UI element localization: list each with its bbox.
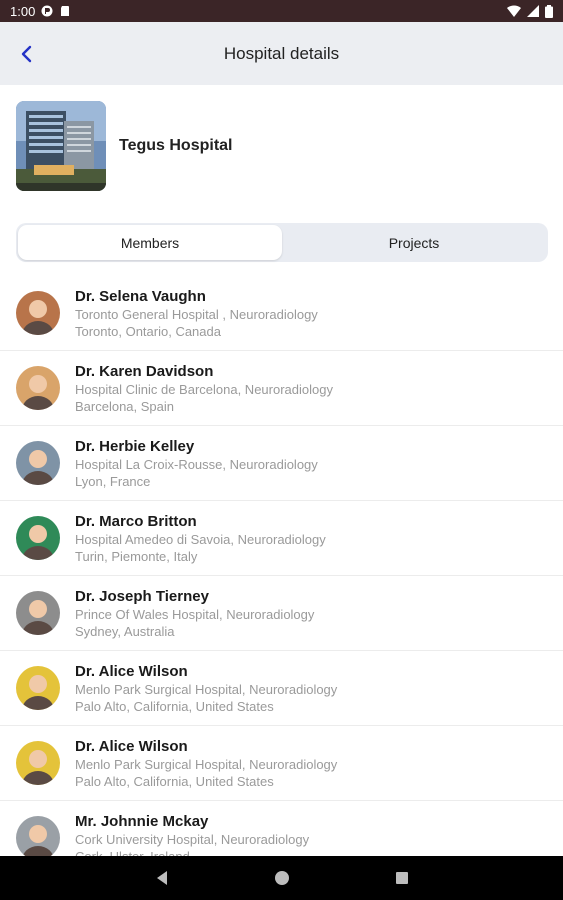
member-row[interactable]: Dr. Herbie Kelley Hospital La Croix-Rouss… [0, 426, 563, 501]
member-row[interactable]: Dr. Karen Davidson Hospital Clinic de Bar… [0, 351, 563, 426]
app-bar: Hospital details [0, 22, 563, 85]
member-info: Dr. Karen Davidson Hospital Clinic de Bar… [75, 362, 333, 415]
triangle-back-icon [156, 871, 167, 885]
member-name: Dr. Selena Vaughn [75, 287, 206, 305]
avatar [16, 516, 60, 560]
circle-home-icon [274, 871, 289, 885]
member-info: Dr. Alice Wilson Menlo Park Surgical Hosp… [75, 662, 337, 715]
status-bar: 1:00 [0, 0, 563, 22]
member-name: Dr. Herbie Kelley [75, 437, 195, 455]
nav-home-button[interactable] [270, 866, 294, 890]
member-hospital: Menlo Park Surgical Hospital, Neuroradio… [75, 681, 338, 697]
member-info: Dr. Joseph Tierney Prince Of Wales Hospit… [75, 587, 314, 640]
member-location: Palo Alto, California, United States [75, 773, 274, 789]
member-hospital: Toronto General Hospital , Neuroradiolog… [75, 306, 318, 322]
member-row[interactable]: Dr. Alice Wilson Menlo Park Surgical Hosp… [0, 651, 563, 726]
member-row[interactable]: Dr. Marco Britton Hospital Amedeo di Savo… [0, 501, 563, 576]
member-info: Dr. Alice Wilson Menlo Park Surgical Hosp… [75, 737, 337, 790]
square-recents-icon [395, 872, 408, 884]
member-name: Dr. Alice Wilson [75, 737, 188, 755]
back-button[interactable] [14, 42, 38, 66]
notification-icon [41, 5, 53, 17]
member-location: Toronto, Ontario, Canada [75, 323, 221, 339]
member-info: Mr. Johnnie Mckay Cork University Hospita… [75, 812, 309, 857]
battery-icon [545, 4, 553, 18]
tab-projects[interactable]: Projects [282, 225, 546, 260]
sd-card-icon [61, 6, 70, 16]
member-location: Turin, Piemonte, Italy [75, 548, 198, 564]
avatar [16, 366, 60, 410]
member-info: Dr. Marco Britton Hospital Amedeo di Savo… [75, 512, 326, 565]
member-info: Dr. Selena Vaughn Toronto General Hospita… [75, 287, 318, 340]
member-location: Sydney, Australia [75, 623, 175, 639]
wifi-icon [507, 5, 521, 17]
avatar [16, 816, 60, 856]
member-hospital: Hospital Amedeo di Savoia, Neuroradiolog… [75, 531, 326, 547]
member-name: Dr. Karen Davidson [75, 362, 214, 380]
member-info: Dr. Herbie Kelley Hospital La Croix-Rouss… [75, 437, 318, 490]
member-hospital: Hospital La Croix-Rousse, Neuroradiology [75, 456, 318, 472]
avatar [16, 591, 60, 635]
member-location: Barcelona, Spain [75, 398, 175, 414]
member-hospital: Menlo Park Surgical Hospital, Neuroradio… [75, 756, 338, 772]
member-name: Mr. Johnnie Mckay [75, 812, 209, 830]
member-name: Dr. Joseph Tierney [75, 587, 209, 605]
member-row[interactable]: Dr. Selena Vaughn Toronto General Hospita… [0, 276, 563, 351]
avatar [16, 666, 60, 710]
members-list: Dr. Selena Vaughn Toronto General Hospita… [0, 276, 563, 856]
avatar [16, 741, 60, 785]
avatar [16, 291, 60, 335]
member-location: Palo Alto, California, United States [75, 698, 274, 714]
member-name: Dr. Alice Wilson [75, 662, 188, 680]
member-hospital: Cork University Hospital, Neuroradiology [75, 831, 310, 847]
tab-members[interactable]: Members [18, 225, 282, 260]
system-nav-bar [0, 856, 563, 900]
hospital-name: Tegus Hospital [119, 137, 233, 154]
signal-icon [527, 5, 539, 17]
member-row[interactable]: Dr. Alice Wilson Menlo Park Surgical Hosp… [0, 726, 563, 801]
member-row[interactable]: Mr. Johnnie Mckay Cork University Hospita… [0, 801, 563, 856]
nav-back-button[interactable] [150, 866, 174, 890]
chevron-left-icon [21, 45, 32, 63]
member-location: Lyon, France [75, 473, 151, 489]
member-location: Cork, Ulster, Ireland [75, 848, 190, 857]
member-hospital: Prince Of Wales Hospital, Neuroradiology [75, 606, 315, 622]
page-title: Hospital details [223, 43, 340, 63]
member-hospital: Hospital Clinic de Barcelona, Neuroradio… [75, 381, 333, 397]
hospital-header: Tegus Hospital [16, 101, 233, 191]
members-projects-tabs: Members Projects [16, 223, 548, 262]
nav-recents-button[interactable] [390, 866, 414, 890]
avatar [16, 441, 60, 485]
status-time: 1:00 [10, 3, 36, 19]
hospital-image [16, 101, 106, 191]
member-name: Dr. Marco Britton [75, 512, 197, 530]
member-row[interactable]: Dr. Joseph Tierney Prince Of Wales Hospit… [0, 576, 563, 651]
